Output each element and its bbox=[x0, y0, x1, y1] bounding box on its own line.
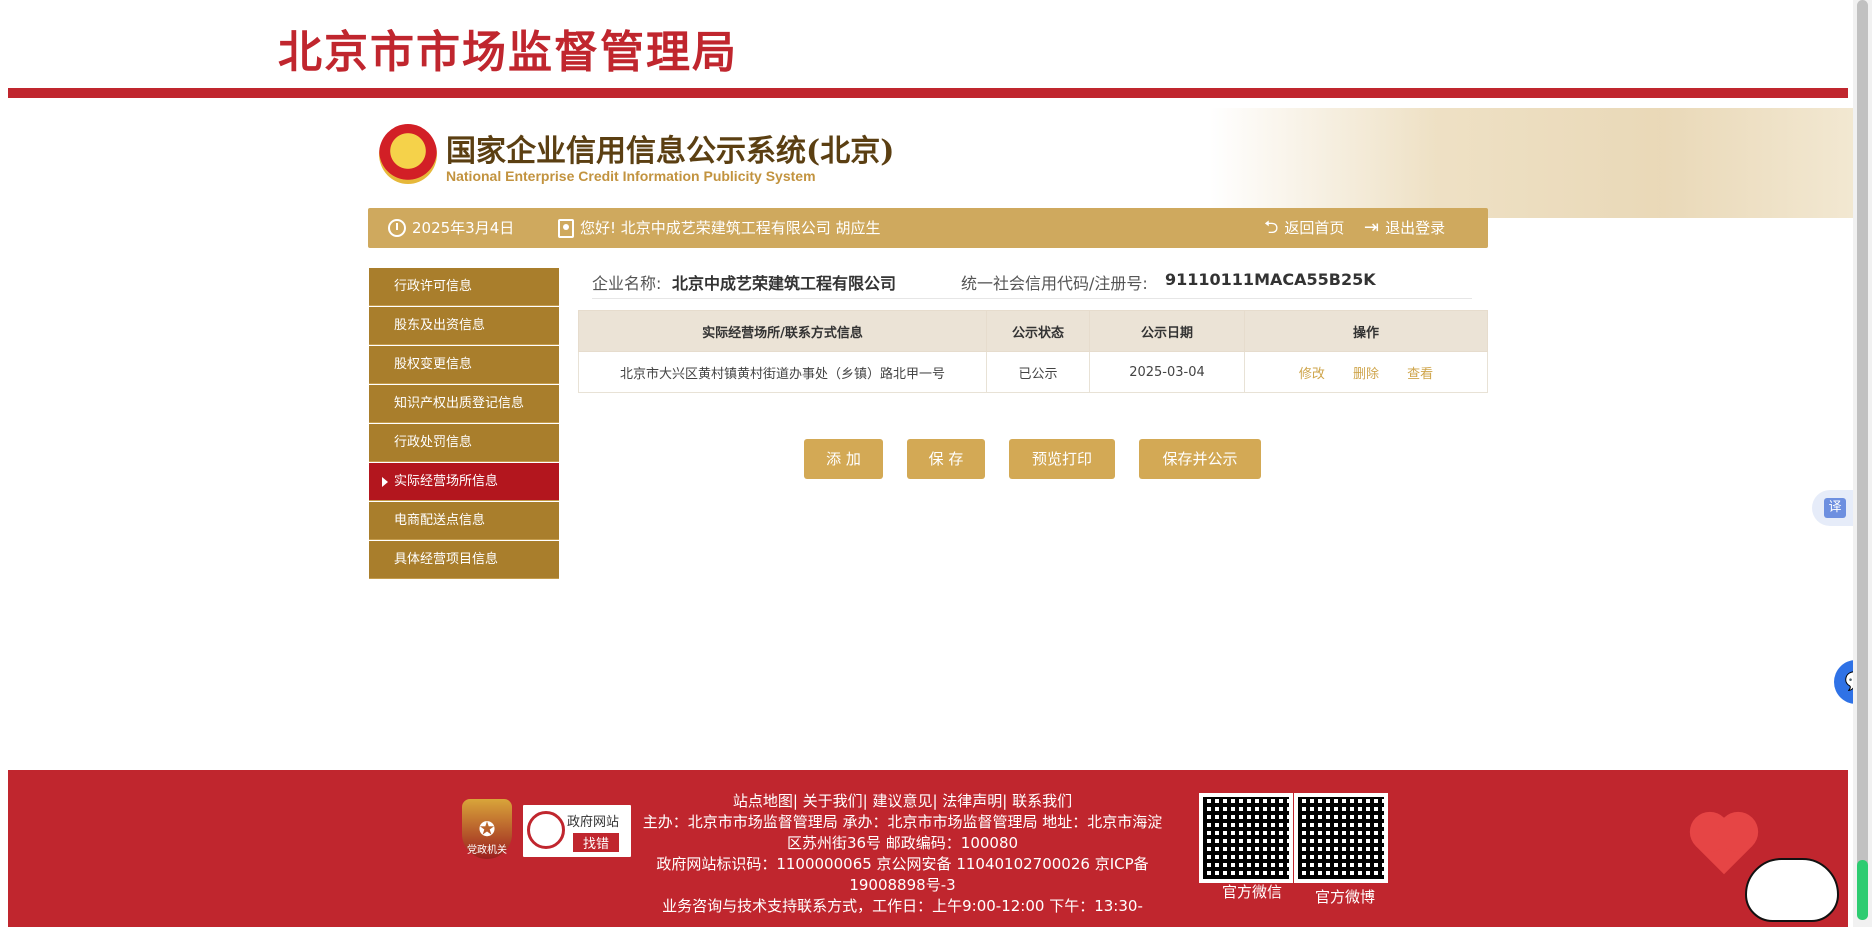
site-banner: 北京市市场监督管理局 bbox=[0, 0, 1853, 98]
scroll-indicator bbox=[1857, 860, 1868, 920]
add-button[interactable]: 添 加 bbox=[804, 439, 883, 479]
party-gov-badge-label: 党政机关 bbox=[467, 845, 507, 856]
sidebar-item-shareholders[interactable]: 股东及出资信息 bbox=[369, 307, 559, 345]
sidebar-item-ecommerce-delivery[interactable]: 电商配送点信息 bbox=[369, 502, 559, 540]
clock-icon bbox=[388, 219, 406, 237]
gov-error-report-badge[interactable]: 政府网站 找错 bbox=[521, 803, 633, 859]
company-info: 企业名称: 北京中成艺荣建筑工程有限公司 统一社会信用代码/注册号: 91110… bbox=[592, 266, 1472, 299]
col-header-date: 公示日期 bbox=[1089, 310, 1245, 352]
view-link[interactable]: 查看 bbox=[1407, 367, 1433, 382]
system-header bbox=[0, 98, 1853, 218]
wechat-qr-code bbox=[1199, 793, 1293, 883]
table-row: 北京市大兴区黄村镇黄村街道办事处（乡镇）路北甲一号 已公示 2025-03-04… bbox=[578, 351, 1488, 393]
footer-support: 业务咨询与技术支持联系方式，工作日：上午9:00-12:00 下午：13:30- bbox=[662, 897, 1143, 915]
cell-actions: 修改 删除 查看 bbox=[1244, 351, 1488, 393]
company-name-label: 企业名称: bbox=[592, 274, 662, 293]
party-gov-badge-mark: ✪ bbox=[478, 817, 496, 841]
weibo-qr-code bbox=[1294, 793, 1388, 883]
logout-link-label: 退出登录 bbox=[1385, 219, 1446, 237]
sidebar-item-business-premises[interactable]: 实际经营场所信息 bbox=[369, 463, 559, 501]
weibo-label: 官方微博 bbox=[1315, 888, 1376, 906]
delete-link[interactable]: 删除 bbox=[1353, 367, 1379, 382]
cell-address: 北京市大兴区黄村镇黄村街道办事处（乡镇）路北甲一号 bbox=[578, 351, 987, 393]
wechat-label: 官方微信 bbox=[1222, 883, 1283, 901]
footer-registration: 政府网站标识码：1100000065 京公网安备 11040102700026 … bbox=[656, 855, 1149, 894]
credit-code: 91110111MACA55B25K bbox=[1165, 270, 1376, 289]
footer-sponsor: 主办：北京市市场监督管理局 承办：北京市市场监督管理局 地址：北京市海淀区苏州街… bbox=[642, 813, 1163, 852]
mascot-icon[interactable] bbox=[1745, 858, 1839, 922]
user-icon bbox=[558, 218, 574, 238]
user-greeting: 您好! 北京中成艺荣建筑工程有限公司 胡应生 bbox=[558, 208, 881, 248]
sidebar-item-admin-penalty[interactable]: 行政处罚信息 bbox=[369, 424, 559, 462]
sidebar-item-business-items[interactable]: 具体经营项目信息 bbox=[369, 541, 559, 579]
logout-icon: ⇥ bbox=[1364, 217, 1380, 238]
sidebar-item-equity-change[interactable]: 股权变更信息 bbox=[369, 346, 559, 384]
cell-date: 2025-03-04 bbox=[1089, 351, 1245, 393]
logout-link[interactable]: ⇥ 退出登录 bbox=[1364, 208, 1445, 248]
credit-code-label: 统一社会信用代码/注册号: bbox=[961, 274, 1148, 293]
home-link[interactable]: ⮌ 返回首页 bbox=[1264, 208, 1344, 248]
footer-links[interactable]: 站点地图| 关于我们| 建议意见| 法律声明| 联系我们 bbox=[640, 791, 1165, 812]
save-button[interactable]: 保 存 bbox=[907, 439, 985, 479]
footer-text: 站点地图| 关于我们| 建议意见| 法律声明| 联系我们 主办：北京市市场监督管… bbox=[640, 791, 1165, 917]
magnifier-icon bbox=[527, 811, 565, 849]
date-display: 2025年3月4日 bbox=[388, 208, 514, 248]
sidebar-item-ip-pledge[interactable]: 知识产权出质登记信息 bbox=[369, 385, 559, 423]
premises-table: 实际经营场所/联系方式信息 公示状态 公示日期 操作 北京市大兴区黄村镇黄村街道… bbox=[578, 310, 1488, 393]
party-gov-badge[interactable]: ✪ 党政机关 bbox=[462, 799, 512, 859]
col-header-actions: 操作 bbox=[1244, 310, 1488, 352]
info-bar: 2025年3月4日 您好! 北京中成艺荣建筑工程有限公司 胡应生 ⮌ 返回首页 … bbox=[368, 208, 1488, 248]
return-icon: ⮌ bbox=[1264, 217, 1279, 238]
preview-print-button[interactable]: 预览打印 bbox=[1009, 439, 1115, 479]
translate-widget[interactable]: 译 bbox=[1812, 490, 1856, 526]
scrollbar-thumb[interactable] bbox=[1857, 0, 1868, 920]
edit-link[interactable]: 修改 bbox=[1299, 367, 1325, 382]
home-link-label: 返回首页 bbox=[1284, 219, 1345, 237]
system-title: 国家企业信用信息公示系统(北京) bbox=[446, 134, 895, 169]
gov-site-label: 政府网站 bbox=[567, 815, 620, 830]
banner-divider bbox=[8, 88, 1848, 98]
system-subtitle: National Enterprise Credit Information P… bbox=[446, 168, 816, 184]
col-header-address: 实际经营场所/联系方式信息 bbox=[578, 310, 987, 352]
company-name: 北京中成艺荣建筑工程有限公司 bbox=[672, 274, 897, 293]
sidebar-item-admin-license[interactable]: 行政许可信息 bbox=[369, 268, 559, 306]
translate-icon: 译 bbox=[1824, 498, 1846, 518]
find-error-label: 找错 bbox=[573, 833, 620, 852]
col-header-status: 公示状态 bbox=[986, 310, 1090, 352]
cell-status: 已公示 bbox=[986, 351, 1090, 393]
greeting-text: 您好! 北京中成艺荣建筑工程有限公司 胡应生 bbox=[580, 219, 881, 237]
mountain-illustration bbox=[1210, 108, 1853, 218]
save-publish-button[interactable]: 保存并公示 bbox=[1139, 439, 1261, 479]
national-emblem-icon bbox=[379, 124, 437, 184]
site-title: 北京市市场监督管理局 bbox=[278, 27, 738, 78]
date-text: 2025年3月4日 bbox=[412, 219, 515, 237]
scrollbar[interactable] bbox=[1853, 0, 1872, 927]
table-header-row: 实际经营场所/联系方式信息 公示状态 公示日期 操作 bbox=[578, 310, 1488, 352]
sidebar-nav: 行政许可信息 股东及出资信息 股权变更信息 知识产权出质登记信息 行政处罚信息 … bbox=[369, 268, 559, 580]
